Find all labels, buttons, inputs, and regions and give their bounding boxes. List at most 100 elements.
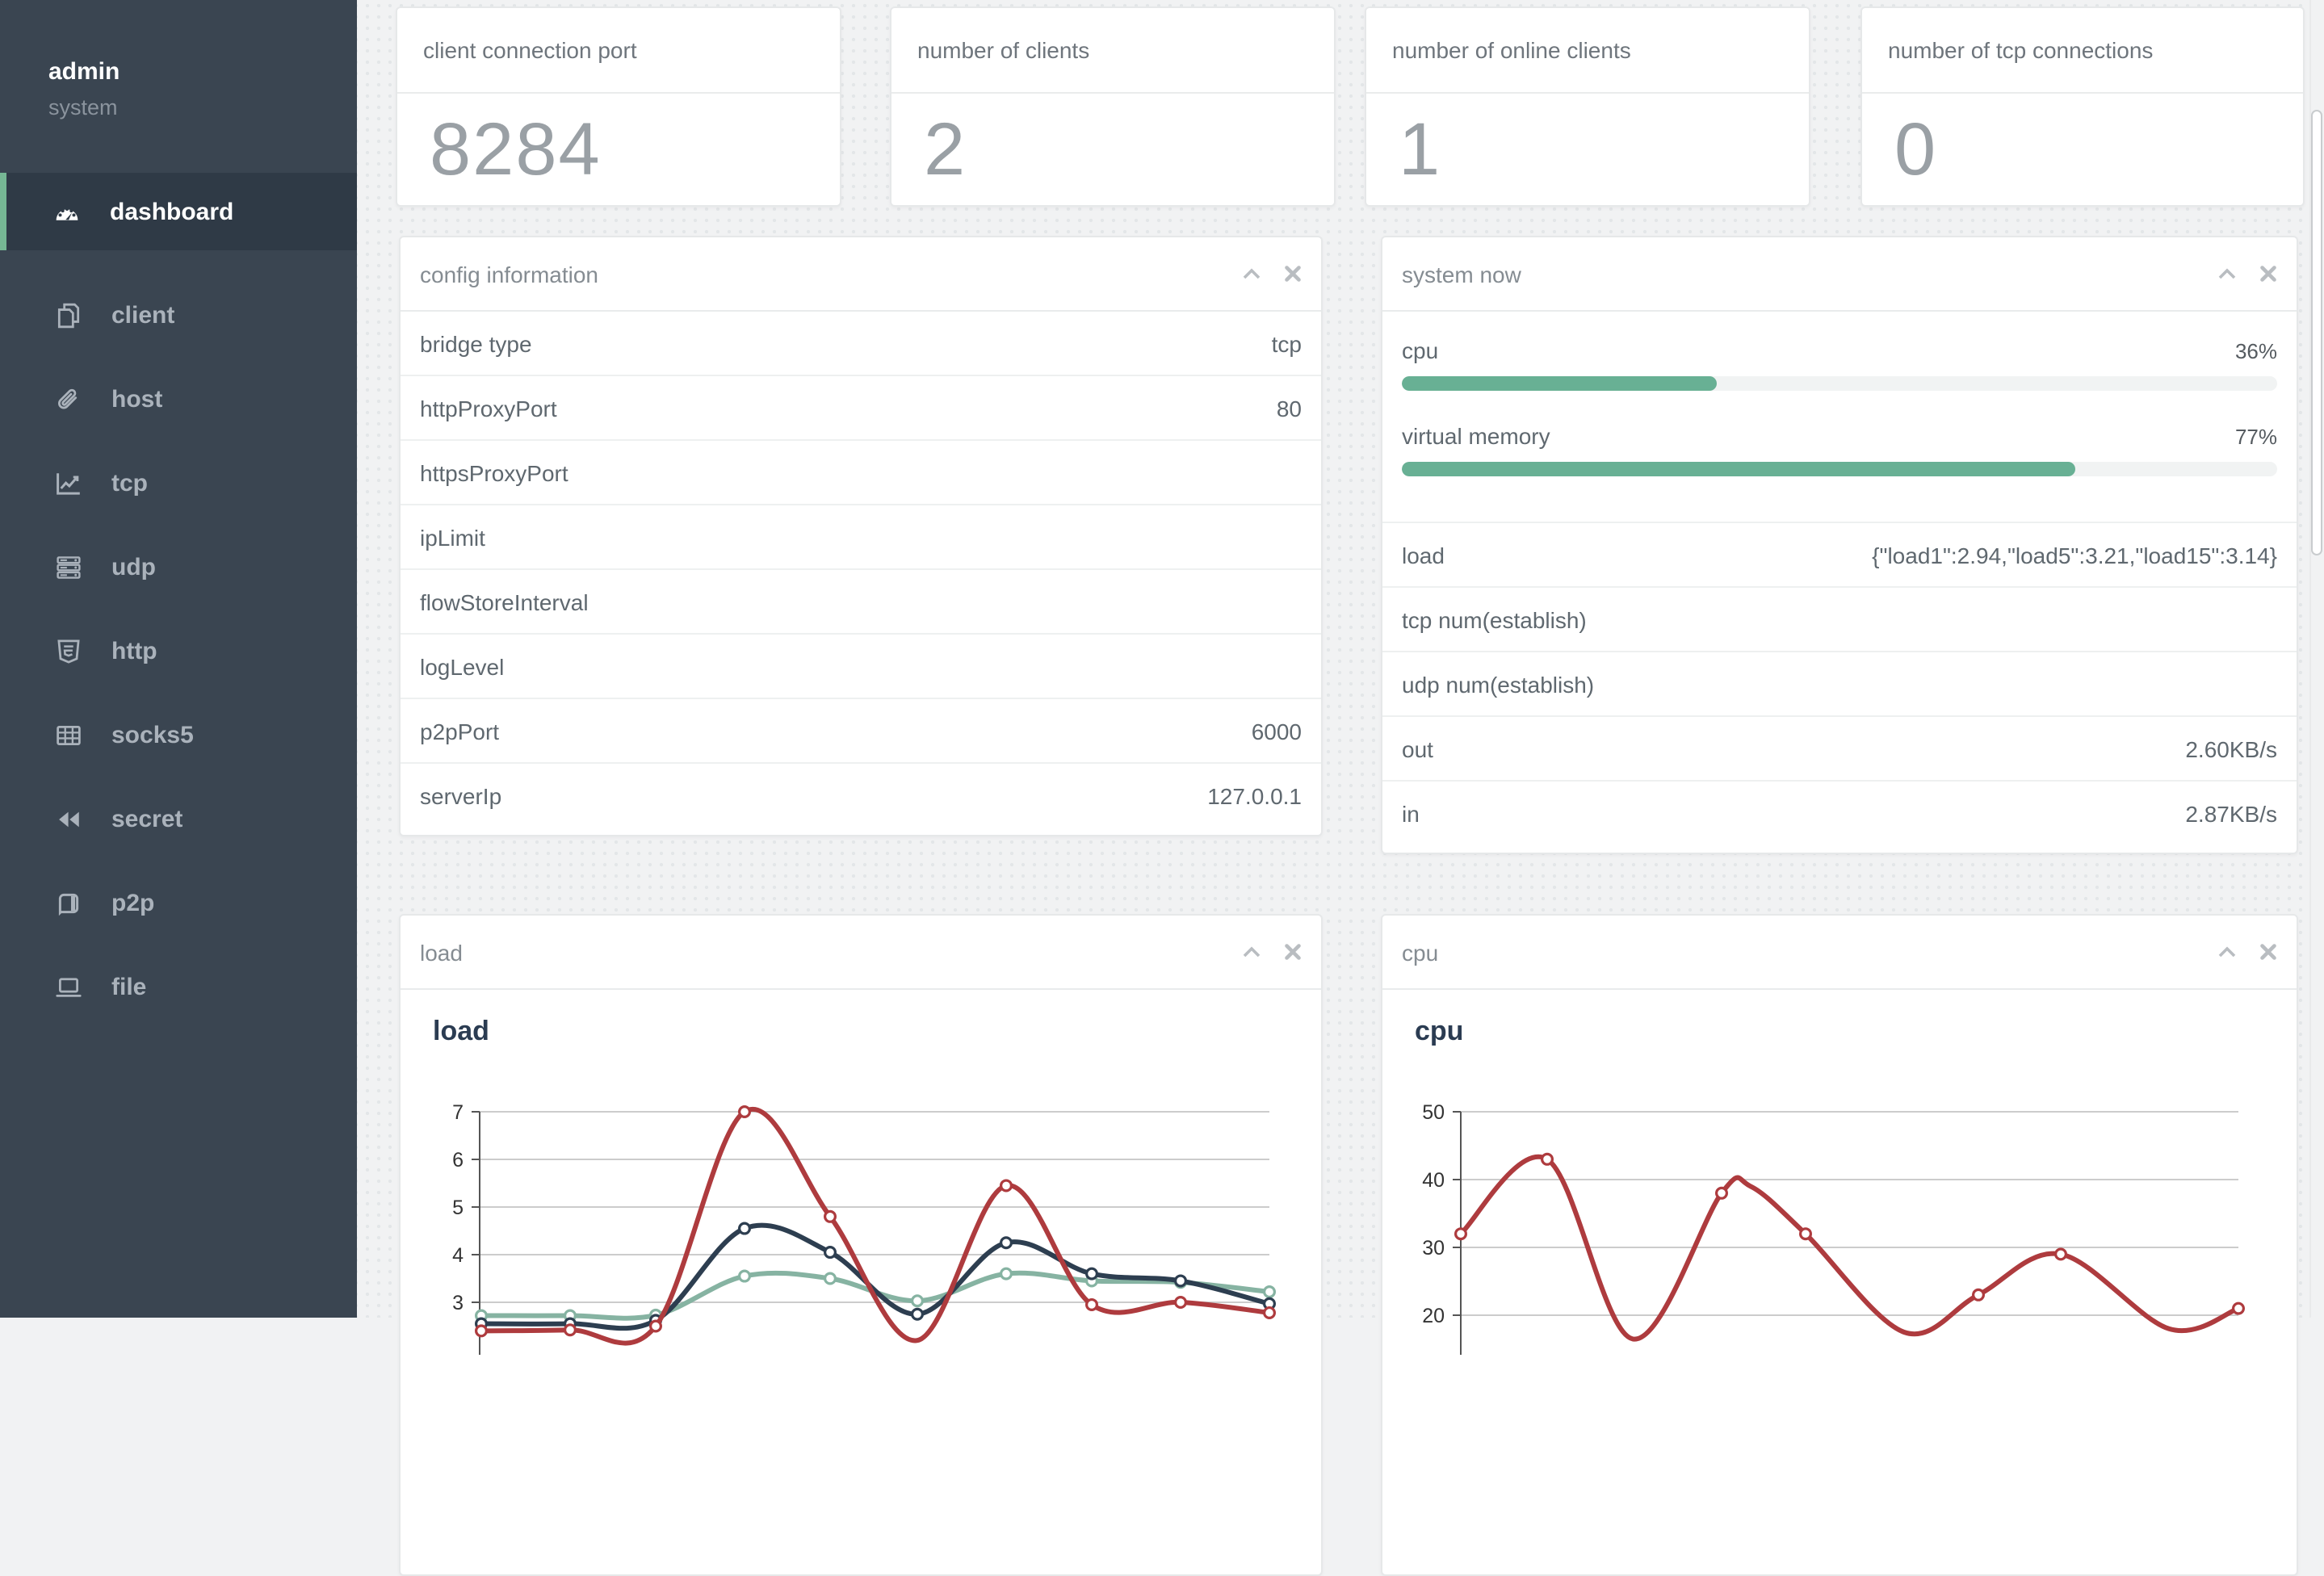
sidebar-item-label: dashboard — [110, 198, 234, 225]
svg-text:7: 7 — [452, 1101, 464, 1124]
sidebar-item-label: tcp — [111, 469, 148, 497]
row-value: {"load1":2.94,"load5":3.21,"load15":3.14… — [1872, 542, 2277, 568]
backward-icon — [55, 805, 82, 832]
panel-header: config information — [401, 237, 1321, 312]
dashboard-page: admin system dashboard client host tcp u… — [0, 0, 2324, 1576]
close-icon[interactable] — [1284, 265, 1302, 283]
row-label: bridge type — [420, 330, 532, 356]
stat-card-value: 8284 — [430, 107, 602, 191]
row-label: httpProxyPort — [420, 395, 557, 421]
row-value: 2.60KB/s — [2185, 736, 2277, 761]
table-icon — [55, 721, 82, 748]
row-label: logLevel — [420, 653, 505, 679]
svg-text:3: 3 — [452, 1292, 464, 1314]
chevron-up-icon[interactable] — [1242, 266, 1261, 281]
config-row-ipLimit: ipLimit — [401, 505, 1321, 570]
sidebar-item-udp[interactable]: udp — [0, 525, 357, 609]
row-label: tcp num(establish) — [1402, 606, 1587, 632]
progress-label: virtual memory — [1402, 423, 1550, 449]
p2p-icon — [55, 889, 82, 916]
laptop-icon — [55, 973, 82, 1000]
svg-text:5: 5 — [452, 1197, 464, 1219]
config-row-serverIp: serverIp 127.0.0.1 — [401, 764, 1321, 827]
row-value: 6000 — [1251, 718, 1302, 744]
config-row-flowStoreInterval: flowStoreInterval — [401, 570, 1321, 635]
panel-tools — [1242, 265, 1302, 283]
row-label: httpsProxyPort — [420, 459, 568, 485]
svg-text:20: 20 — [1422, 1305, 1445, 1327]
system-row-out: out 2.60KB/s — [1382, 717, 2297, 782]
user-block: admin system — [0, 0, 357, 119]
row-label: serverIp — [420, 782, 502, 808]
close-icon[interactable] — [2259, 265, 2277, 283]
progress-bar-fill — [1402, 376, 1718, 391]
user-role: system — [48, 95, 118, 119]
row-value: 80 — [1276, 395, 1302, 421]
svg-text:50: 50 — [1422, 1101, 1445, 1124]
progress-bar-fill — [1402, 462, 2076, 476]
stat-card-value: 0 — [1894, 107, 1938, 191]
progress-bar-track — [1402, 376, 2277, 391]
config-row-httpProxyPort: httpProxyPort 80 — [401, 376, 1321, 441]
config-information-panel: config information bridge type tcp httpP… — [399, 236, 1323, 836]
html5-icon — [55, 637, 82, 664]
sidebar-item-socks5[interactable]: socks5 — [0, 693, 357, 777]
user-name: admin — [48, 58, 120, 86]
load-chart-panel: load load 76543 — [399, 914, 1323, 1576]
progress-percent: 36% — [2234, 338, 2277, 363]
sidebar-item-label: file — [111, 973, 147, 1000]
load-line-chart: 7 6 5 4 3 — [452, 1101, 1276, 1355]
stat-card-value: 2 — [924, 107, 967, 191]
progress-percent: 77% — [2234, 424, 2277, 448]
stat-card-title: number of tcp connections — [1862, 8, 2303, 94]
sidebar-item-file[interactable]: file — [0, 945, 357, 1029]
sidebar-item-label: http — [111, 637, 157, 664]
row-value: tcp — [1271, 330, 1302, 356]
stat-card-client-connection-port: client connection port 8284 — [396, 6, 841, 207]
sidebar-item-dashboard[interactable]: dashboard — [0, 173, 357, 250]
sidebar-item-label: p2p — [111, 889, 155, 916]
stat-card-number-of-tcp-connections: number of tcp connections 0 — [1860, 6, 2305, 207]
config-row-httpsProxyPort: httpsProxyPort — [401, 441, 1321, 505]
sidebar-item-secret[interactable]: secret — [0, 777, 357, 861]
paperclip-icon — [55, 385, 82, 413]
progress-virtual-memory: virtual memory 77% — [1402, 420, 2277, 476]
progress-cpu: cpu 36% — [1402, 334, 2277, 391]
sidebar-item-label: udp — [111, 553, 156, 581]
config-row-p2pPort: p2pPort 6000 — [401, 699, 1321, 764]
sidebar-item-label: client — [111, 301, 175, 329]
row-label: udp num(establish) — [1402, 671, 1595, 697]
row-value: 127.0.0.1 — [1207, 782, 1302, 808]
sidebar-item-label: secret — [111, 805, 183, 832]
stat-card-title: client connection port — [397, 8, 840, 94]
row-label: flowStoreInterval — [420, 589, 589, 614]
panel-title: system now — [1402, 261, 1521, 287]
panel-tools — [2217, 265, 2277, 283]
sidebar-item-p2p[interactable]: p2p — [0, 861, 357, 945]
row-label: in — [1402, 800, 1420, 826]
sidebar-item-http[interactable]: http — [0, 609, 357, 693]
sidebar-item-client[interactable]: client — [0, 273, 357, 357]
config-rows: bridge type tcp httpProxyPort 80 httpsPr… — [401, 312, 1321, 835]
config-row-bridge-type: bridge type tcp — [401, 312, 1321, 376]
system-row-load: load {"load1":2.94,"load5":3.21,"load15"… — [1382, 523, 2297, 588]
system-now-panel: system now cpu 36% virtual memory 77% lo… — [1381, 236, 2298, 854]
sidebar-item-label: host — [111, 385, 163, 413]
config-row-logLevel: logLevel — [401, 635, 1321, 699]
row-label: p2pPort — [420, 718, 500, 744]
system-rows: load {"load1":2.94,"load5":3.21,"load15"… — [1382, 523, 2297, 853]
svg-text:6: 6 — [452, 1149, 464, 1172]
stat-card-value: 1 — [1399, 107, 1442, 191]
page-scrollbar-thumb[interactable] — [2311, 110, 2322, 555]
stat-card-title: number of online clients — [1366, 8, 1809, 94]
row-label: out — [1402, 736, 1433, 761]
sidebar-item-host[interactable]: host — [0, 357, 357, 441]
page-scrollbar-track[interactable] — [2309, 0, 2324, 1318]
sidebar-item-tcp[interactable]: tcp — [0, 441, 357, 525]
chevron-up-icon[interactable] — [2217, 266, 2237, 281]
stat-card-number-of-online-clients: number of online clients 1 — [1365, 6, 1810, 207]
cpu-line-chart: 50 40 30 20 — [1422, 1101, 2245, 1355]
progress-section: cpu 36% virtual memory 77% — [1382, 312, 2297, 523]
system-row-in: in 2.87KB/s — [1382, 782, 2297, 845]
row-label: load — [1402, 542, 1445, 568]
